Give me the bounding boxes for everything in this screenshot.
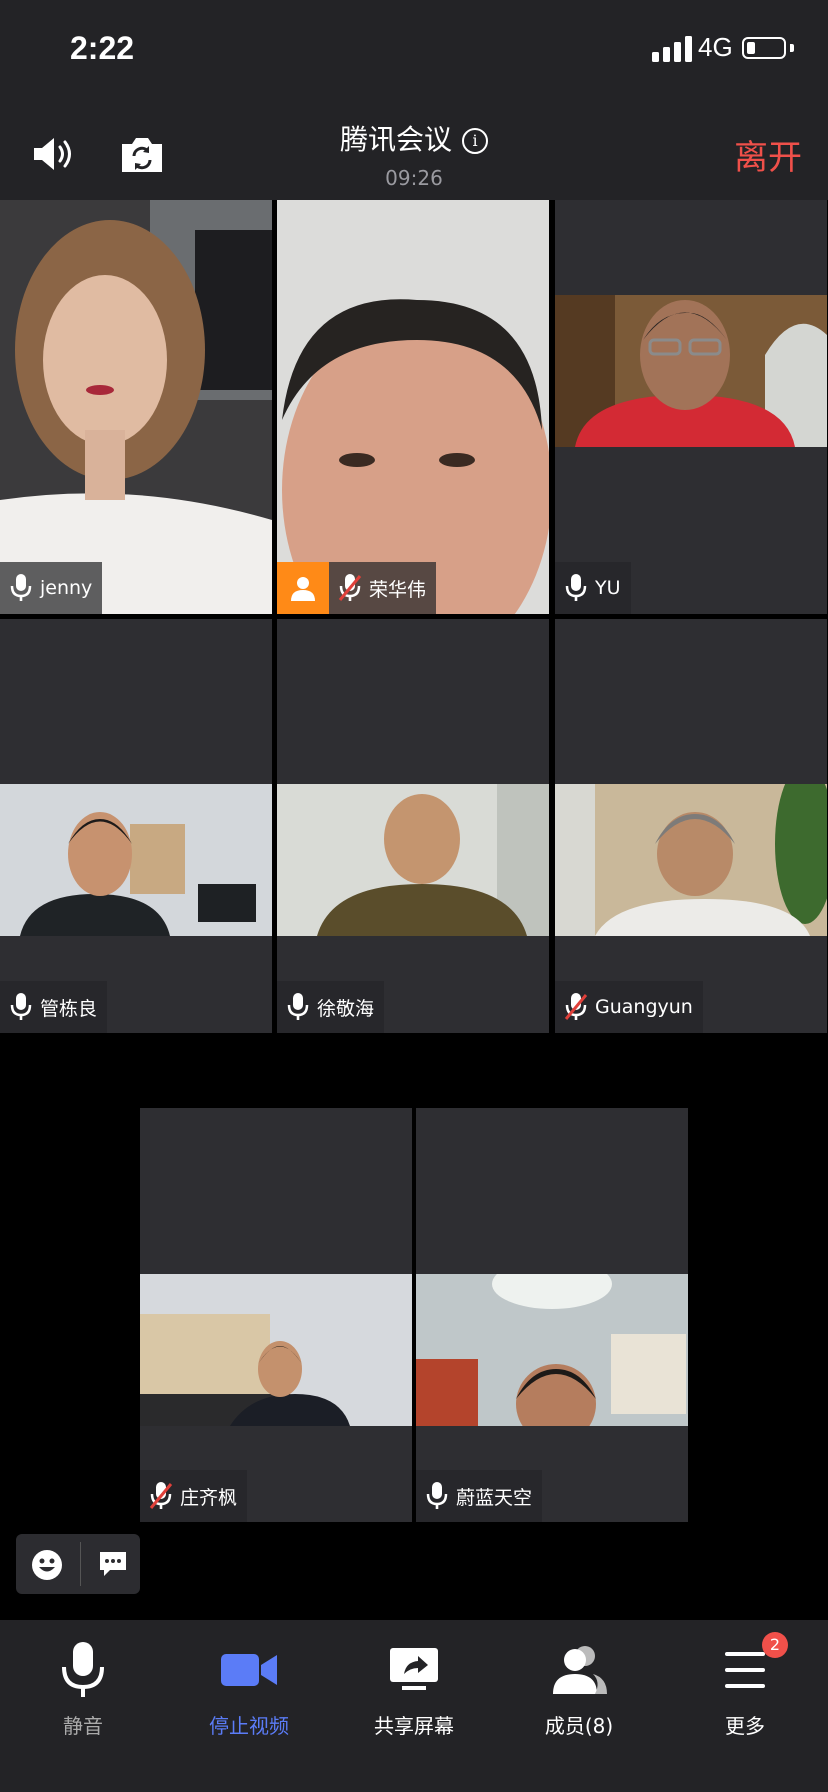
participant-label: YU <box>555 562 631 614</box>
video-feed <box>277 784 549 936</box>
more-button[interactable]: 2 更多 <box>680 1632 810 1760</box>
participant-tile-7[interactable]: 庄齐枫 <box>140 1108 412 1522</box>
status-bar: 2:22 4G <box>0 0 828 100</box>
participant-name: 荣华伟 <box>369 578 427 601</box>
participant-label: 徐敬海 <box>277 981 385 1033</box>
chat-icon[interactable] <box>98 1550 128 1578</box>
reaction-bar <box>16 1534 140 1594</box>
video-feed <box>416 1274 688 1426</box>
status-time: 2:22 <box>70 30 135 66</box>
video-feed <box>277 200 549 614</box>
participant-name: jenny <box>40 577 93 599</box>
person-icon <box>277 562 329 614</box>
share-screen-icon <box>390 1648 438 1690</box>
more-label: 更多 <box>725 1714 765 1738</box>
meeting-title-text: 腾讯会议 <box>339 123 452 156</box>
share-screen-label: 共享屏幕 <box>374 1714 454 1738</box>
meeting-toolbar: 静音 停止视频 共享屏幕 成员(8) 2 更多 <box>0 1620 828 1792</box>
microphone-muted-icon <box>338 574 362 601</box>
video-camera-icon <box>221 1654 277 1686</box>
members-icon <box>553 1646 607 1694</box>
participant-name: 徐敬海 <box>317 997 375 1020</box>
participant-tile-8[interactable]: 蔚蓝天空 <box>416 1108 688 1522</box>
network-type: 4G <box>698 32 733 62</box>
meeting-timer: 09:26 <box>385 166 443 190</box>
video-feed <box>555 295 827 447</box>
participant-name: 管栋良 <box>40 997 98 1020</box>
meeting-title[interactable]: 腾讯会议 i <box>0 118 828 158</box>
participant-name: Guangyun <box>595 996 693 1018</box>
microphone-icon <box>10 574 32 601</box>
share-screen-button[interactable]: 共享屏幕 <box>349 1640 479 1760</box>
mute-label: 静音 <box>63 1714 103 1738</box>
microphone-icon <box>426 1482 448 1509</box>
microphone-muted-icon <box>149 1482 173 1509</box>
participant-label: 荣华伟 <box>277 562 437 614</box>
notification-badge: 2 <box>762 1632 788 1658</box>
participant-tile-4[interactable]: 管栋良 <box>0 619 272 1033</box>
participant-label: 蔚蓝天空 <box>416 1470 543 1522</box>
emoji-icon[interactable] <box>30 1548 64 1582</box>
battery-icon <box>742 37 786 59</box>
participant-tile-2[interactable]: 荣华伟 <box>277 200 549 614</box>
microphone-muted-icon <box>564 993 588 1020</box>
microphone-icon <box>287 993 309 1020</box>
participant-name: YU <box>595 577 621 599</box>
members-label: 成员(8) <box>544 1714 614 1738</box>
video-feed <box>0 200 272 614</box>
info-icon[interactable]: i <box>462 128 488 154</box>
participant-tile-5[interactable]: 徐敬海 <box>277 619 549 1033</box>
meeting-header: 腾讯会议 i 09:26 离开 <box>0 100 828 200</box>
participant-label: 庄齐枫 <box>140 1470 248 1522</box>
participant-name: 庄齐枫 <box>180 1486 238 1509</box>
video-feed <box>555 784 827 936</box>
participant-name: 蔚蓝天空 <box>456 1486 533 1509</box>
participant-tile-jenny[interactable]: jenny <box>0 200 272 614</box>
participant-tile-guangyun[interactable]: Guangyun <box>555 619 827 1033</box>
members-button[interactable]: 成员(8) <box>514 1640 644 1760</box>
participant-label: jenny <box>0 562 103 614</box>
microphone-icon <box>10 993 32 1020</box>
microphone-icon <box>565 574 587 601</box>
participant-label: Guangyun <box>555 981 703 1033</box>
stop-video-button[interactable]: 停止视频 <box>184 1640 314 1760</box>
participant-tile-yu[interactable]: YU <box>555 200 827 614</box>
participant-label: 管栋良 <box>0 981 108 1033</box>
signal-icon <box>652 36 692 62</box>
video-feed <box>140 1274 412 1426</box>
microphone-icon <box>62 1642 104 1697</box>
mute-button[interactable]: 静音 <box>18 1640 148 1760</box>
leave-button[interactable]: 离开 <box>734 130 802 179</box>
stop-video-label: 停止视频 <box>209 1714 289 1738</box>
video-feed <box>0 784 272 936</box>
